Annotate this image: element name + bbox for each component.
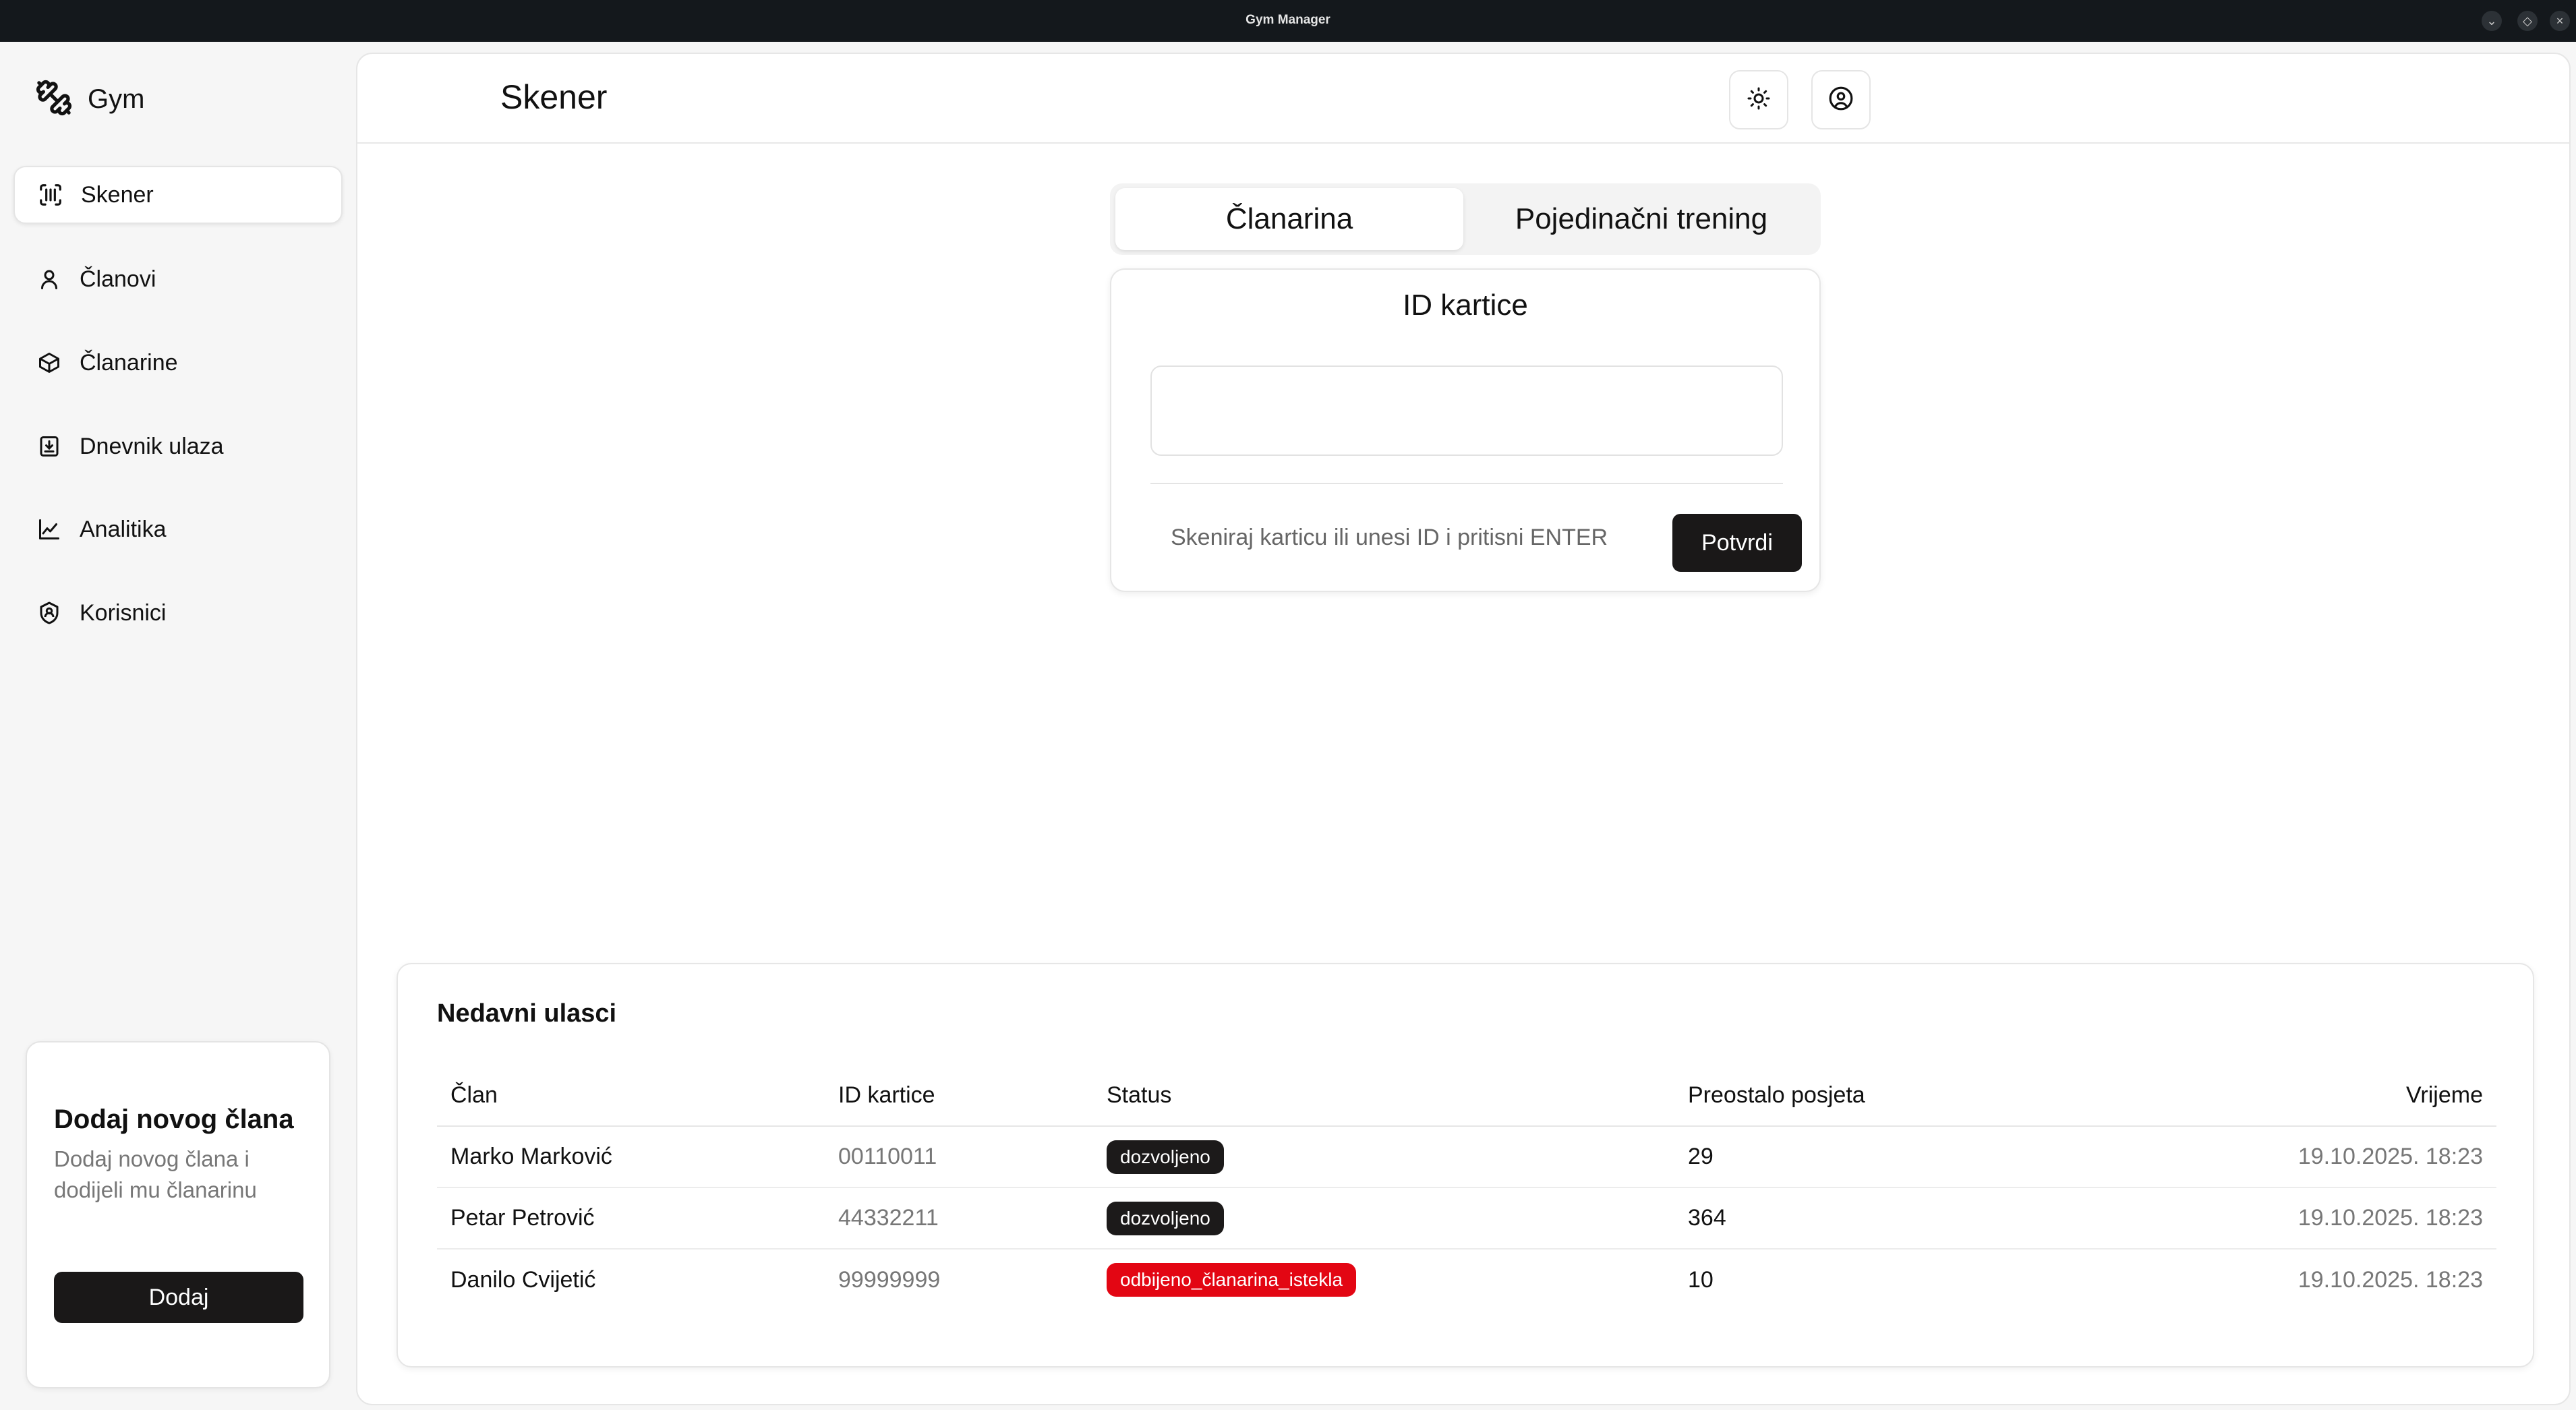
tab-pojedinacni-trening[interactable]: Pojedinačni trening <box>1467 188 1815 250</box>
table-row[interactable]: Danilo Cvijetić 99999999 odbijeno_članar… <box>437 1249 2496 1310</box>
remaining-visits: 29 <box>1674 1126 2052 1188</box>
column-header-time: Vrijeme <box>2052 1065 2496 1127</box>
sidebar-item-clanarine[interactable]: Članarine <box>13 334 343 392</box>
card-id-input[interactable] <box>1150 365 1783 456</box>
dumbbell-icon <box>35 79 73 120</box>
user-icon <box>34 264 65 295</box>
status-cell: odbijeno_članarina_istekla <box>1093 1249 1674 1310</box>
account-button[interactable] <box>1811 70 1871 129</box>
member-name: Marko Marković <box>437 1126 825 1188</box>
table-row[interactable]: Petar Petrović 44332211 dozvoljeno 364 1… <box>437 1187 2496 1250</box>
user-circle-icon <box>1828 86 1854 115</box>
sidebar-item-skener[interactable]: Skener <box>13 166 343 224</box>
sidebar-item-label: Članovi <box>80 266 156 292</box>
theme-toggle-button[interactable] <box>1729 70 1788 129</box>
scan-mode-tabs: Članarina Pojedinačni trening <box>1110 183 1821 255</box>
column-header-remaining: Preostalo posjeta <box>1674 1065 2052 1127</box>
shield-user-icon <box>34 597 65 628</box>
add-member-title: Dodaj novog člana <box>54 1105 294 1134</box>
page-title: Skener <box>500 78 608 116</box>
scan-icon <box>35 179 66 210</box>
recent-entries-title: Nedavni ulasci <box>437 999 617 1028</box>
sidebar-item-clanovi[interactable]: Članovi <box>13 250 343 308</box>
sidebar-item-label: Analitika <box>80 516 167 542</box>
sidebar-item-label: Članarine <box>80 349 178 376</box>
brand[interactable]: Gym <box>35 76 144 123</box>
sun-icon <box>1747 86 1771 114</box>
maximize-window-button[interactable]: ◇ <box>2517 11 2538 31</box>
card-id-heading: ID kartice <box>1403 289 1528 322</box>
status-badge: dozvoljeno <box>1107 1140 1224 1174</box>
remaining-visits: 10 <box>1688 1266 1714 1293</box>
recent-entries-card: Nedavni ulasci Član ID kartice Status Pr… <box>397 963 2534 1368</box>
column-header-card-id: ID kartice <box>825 1065 1093 1127</box>
table-header-row: Član ID kartice Status Preostalo posjeta… <box>437 1065 2496 1127</box>
sidebar-item-analitika[interactable]: Analitika <box>13 500 343 558</box>
minimize-window-button[interactable]: ⌄ <box>2482 11 2502 31</box>
entry-time: 19.10.2025. 18:23 <box>2052 1187 2496 1250</box>
add-member-button[interactable]: Dodaj <box>54 1272 303 1323</box>
status-badge: odbijeno_članarina_istekla <box>1107 1263 1357 1297</box>
window-title: Gym Manager <box>1246 13 1330 27</box>
card-id: 99999999 <box>838 1266 941 1293</box>
entry-time: 19.10.2025. 18:23 <box>2297 1266 2483 1293</box>
sidebar-item-korisnici[interactable]: Korisnici <box>13 584 343 642</box>
add-member-description: Dodaj novog člana i dodijeli mu članarin… <box>54 1146 257 1202</box>
tab-clanarina[interactable]: Članarina <box>1115 188 1463 250</box>
window-titlebar: Gym Manager ⌄ ◇ × <box>0 0 2576 42</box>
package-icon <box>34 347 65 378</box>
entry-time: 19.10.2025. 18:23 <box>2052 1126 2496 1188</box>
card-id: 00110011 <box>825 1126 1093 1188</box>
sidebar-item-dnevnik-ulaza[interactable]: Dnevnik ulaza <box>13 417 343 475</box>
main-panel: Skener Članarina Pojedinačni trening ID … <box>356 53 2571 1405</box>
scan-hint: Skeniraj karticu ili unesi ID i pritisni… <box>1171 525 1608 550</box>
log-icon <box>34 431 65 462</box>
column-header-member: Član <box>437 1065 825 1127</box>
sidebar-item-label: Dnevnik ulaza <box>80 433 224 459</box>
page-header: Skener <box>357 54 2569 144</box>
status-cell: dozvoljeno <box>1093 1187 1674 1250</box>
status-badge: dozvoljeno <box>1107 1201 1224 1235</box>
confirm-button[interactable]: Potvrdi <box>1672 514 1802 572</box>
sidebar-item-label: Korisnici <box>80 599 167 626</box>
scanner-card: ID kartice Skeniraj karticu ili unesi ID… <box>1110 268 1821 592</box>
table-row[interactable]: Marko Marković 00110011 dozvoljeno 29 19… <box>437 1126 2496 1188</box>
member-name: Danilo Cvijetić <box>450 1266 596 1293</box>
member-name: Petar Petrović <box>437 1187 825 1250</box>
sidebar-item-label: Skener <box>81 181 154 208</box>
brand-name: Gym <box>88 84 145 114</box>
close-window-button[interactable]: × <box>2550 11 2570 31</box>
column-header-status: Status <box>1093 1065 1674 1127</box>
chart-icon <box>34 514 65 545</box>
sidebar: Gym Skener Članovi Članarine Dnevnik ula… <box>0 42 351 1410</box>
remaining-visits: 364 <box>1674 1187 2052 1250</box>
divider <box>1150 483 1783 484</box>
add-member-card: Dodaj novog člana Dodaj novog člana i do… <box>26 1041 330 1388</box>
card-id: 44332211 <box>825 1187 1093 1250</box>
recent-entries-table: Član ID kartice Status Preostalo posjeta… <box>437 1065 2496 1310</box>
status-cell: dozvoljeno <box>1093 1126 1674 1188</box>
